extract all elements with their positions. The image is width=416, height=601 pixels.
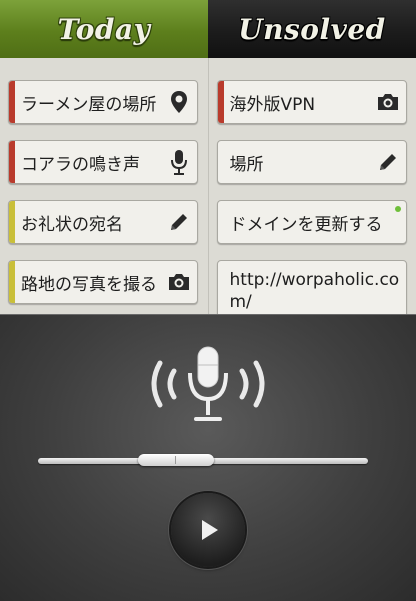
task-card[interactable]: 場所 (217, 140, 407, 184)
task-card[interactable]: 路地の写真を撮る (8, 260, 198, 304)
task-label: http://worpaholic.com/ (230, 269, 400, 313)
red-tag (9, 141, 15, 183)
tab-unsolved[interactable]: Unsolved (208, 0, 416, 58)
task-card[interactable]: お礼状の宛名 (8, 200, 198, 244)
task-label: 路地の写真を撮る (21, 270, 167, 295)
microphone-icon (140, 343, 276, 425)
location-pin-icon (167, 90, 191, 114)
play-icon (195, 517, 221, 543)
task-label: ラーメン屋の場所 (21, 90, 167, 115)
voice-memo-panel (0, 314, 416, 601)
yellow-tag (9, 261, 15, 303)
task-card[interactable]: ドメインを更新する (217, 200, 407, 244)
task-card[interactable]: http://worpaholic.com/ (217, 260, 407, 314)
task-card[interactable]: 海外版VPN (217, 80, 407, 124)
pencil-icon (376, 150, 400, 174)
tab-today[interactable]: Today (0, 0, 208, 58)
microphone-icon (167, 150, 191, 174)
task-label: 海外版VPN (230, 90, 376, 115)
task-board: ラーメン屋の場所 コアラの鳴き声 お礼状の宛名 路地の写真を撮る (0, 58, 416, 314)
camera-icon (376, 90, 400, 114)
task-card[interactable]: ラーメン屋の場所 (8, 80, 198, 124)
play-button[interactable] (171, 493, 245, 567)
camera-icon (167, 270, 191, 294)
new-item-dot (395, 206, 401, 212)
unsolved-column: 海外版VPN 場所 ドメインを更新する http://worpaholic.co… (208, 58, 416, 314)
sound-wave-left-outer (154, 363, 160, 405)
playback-progress-track[interactable] (38, 458, 368, 464)
task-label: コアラの鳴き声 (21, 150, 167, 175)
tab-bar: Today Unsolved (0, 0, 416, 58)
task-label: お礼状の宛名 (21, 210, 167, 235)
task-label: ドメインを更新する (230, 210, 400, 235)
sound-wave-right-outer (256, 363, 262, 405)
yellow-tag (9, 201, 15, 243)
task-label: 場所 (230, 150, 376, 175)
red-tag (218, 81, 224, 123)
red-tag (9, 81, 15, 123)
task-card[interactable]: コアラの鳴き声 (8, 140, 198, 184)
today-column: ラーメン屋の場所 コアラの鳴き声 お礼状の宛名 路地の写真を撮る (0, 58, 208, 314)
sound-wave-right-inner (242, 371, 246, 397)
sound-wave-left-inner (170, 371, 174, 397)
pencil-icon (167, 210, 191, 234)
playback-scrubber[interactable] (138, 454, 214, 466)
